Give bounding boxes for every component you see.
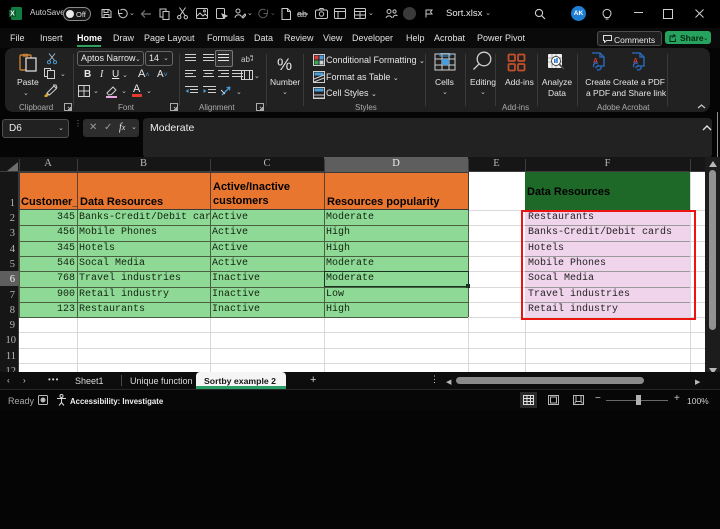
svg-text:X: X [10, 11, 15, 18]
svg-text:ab: ab [241, 55, 250, 64]
